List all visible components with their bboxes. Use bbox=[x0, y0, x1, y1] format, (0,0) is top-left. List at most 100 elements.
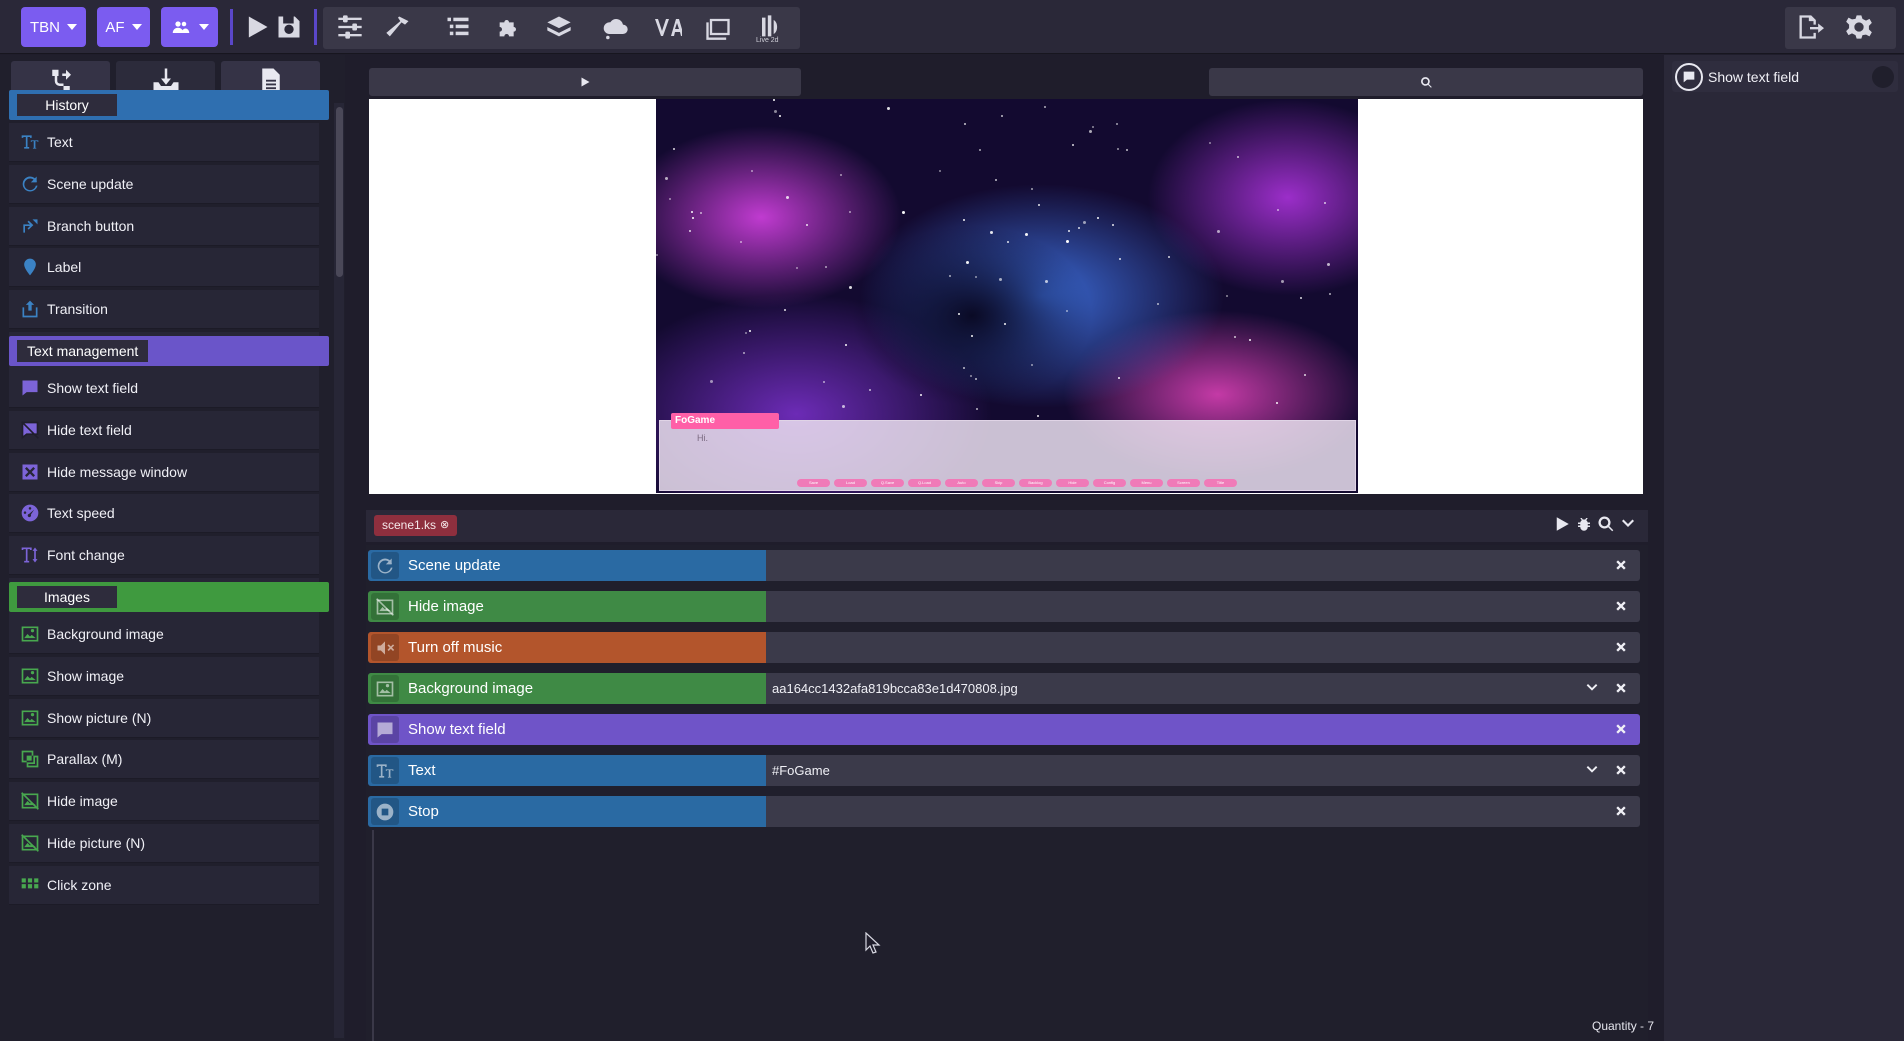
project-dropdown[interactable]: TBN bbox=[21, 7, 86, 47]
close-circle-icon[interactable]: ⊗ bbox=[440, 515, 449, 536]
jump-icon bbox=[18, 298, 42, 320]
cloud-button[interactable] bbox=[599, 10, 633, 44]
script-row-label: Turn off music bbox=[408, 639, 503, 656]
component-item[interactable]: Hide text field bbox=[9, 410, 319, 450]
chevron-down-icon[interactable] bbox=[1584, 762, 1600, 778]
component-item-label: Text bbox=[47, 134, 73, 150]
component-item[interactable]: Parallax (M) bbox=[9, 740, 319, 780]
font-size-icon bbox=[18, 544, 42, 566]
message-menu-button: Save bbox=[797, 479, 830, 487]
file-tab[interactable]: scene1.ks ⊗ bbox=[374, 515, 458, 536]
language-dropdown-label: AF bbox=[105, 18, 125, 36]
message-menu-button: Screen bbox=[1167, 479, 1200, 487]
component-item[interactable]: Branch button bbox=[9, 206, 319, 246]
delete-row-icon[interactable] bbox=[1613, 598, 1629, 614]
image-off-icon bbox=[18, 790, 42, 812]
list-button[interactable] bbox=[441, 10, 475, 44]
kerning-button[interactable] bbox=[649, 10, 687, 44]
component-item[interactable]: Hide image bbox=[9, 782, 319, 822]
file-tab-bar bbox=[366, 510, 1648, 542]
preview-search-bar[interactable] bbox=[1209, 68, 1643, 96]
delete-row-icon[interactable] bbox=[1613, 557, 1629, 573]
component-toggle[interactable] bbox=[1872, 66, 1894, 88]
background-icon bbox=[371, 675, 399, 702]
chevron-down-icon[interactable] bbox=[1584, 680, 1600, 696]
component-item[interactable]: Click zone bbox=[9, 865, 319, 905]
script-row[interactable]: Hide image bbox=[368, 591, 1640, 622]
team-dropdown[interactable] bbox=[161, 7, 218, 47]
save-button[interactable] bbox=[272, 10, 306, 44]
script-row-name-block[interactable]: Text bbox=[368, 755, 766, 786]
gallery-button[interactable] bbox=[701, 10, 735, 44]
script-row[interactable]: Stop bbox=[368, 796, 1640, 827]
delete-row-icon[interactable] bbox=[1613, 639, 1629, 655]
category-header-text-management[interactable]: Text management bbox=[9, 336, 329, 366]
script-row-param[interactable]: aa164cc1432afa819bcca83e1d470808.jpg bbox=[772, 681, 1018, 696]
message-text: Hi. bbox=[697, 433, 708, 443]
component-item[interactable]: Transition bbox=[9, 290, 319, 330]
component-item[interactable]: Show image bbox=[9, 656, 319, 696]
script-row-label: Text bbox=[408, 762, 436, 779]
delete-row-icon[interactable] bbox=[1613, 762, 1629, 778]
delete-row-icon[interactable] bbox=[1613, 680, 1629, 696]
script-row[interactable]: Turn off music bbox=[368, 632, 1640, 663]
script-row-name-block[interactable]: Stop bbox=[368, 796, 766, 827]
selected-component[interactable]: Show text field bbox=[1672, 61, 1898, 92]
script-row-name-block[interactable]: Hide image bbox=[368, 591, 766, 622]
star-decoration bbox=[971, 335, 973, 337]
script-row[interactable]: Text #FoGame bbox=[368, 755, 1640, 786]
component-item[interactable]: Text bbox=[9, 123, 319, 162]
delete-row-icon[interactable] bbox=[1613, 721, 1629, 737]
play-button[interactable] bbox=[240, 10, 274, 44]
script-row[interactable]: Background image aa164cc1432afa819bcca83e… bbox=[368, 673, 1640, 704]
component-item[interactable]: Hide picture (N) bbox=[9, 824, 319, 863]
star-decoration bbox=[1117, 148, 1119, 150]
component-item[interactable]: Show picture (N) bbox=[9, 698, 319, 738]
star-decoration bbox=[825, 266, 827, 268]
component-item-label: Branch button bbox=[47, 217, 135, 234]
plugins-button[interactable] bbox=[492, 10, 526, 44]
layers-button[interactable] bbox=[542, 10, 576, 44]
star-decoration bbox=[774, 110, 777, 113]
preview-play-bar[interactable] bbox=[369, 68, 801, 96]
sliders-button[interactable] bbox=[333, 10, 367, 44]
component-item[interactable]: Text speed bbox=[9, 494, 319, 534]
script-row-label: Scene update bbox=[408, 557, 501, 574]
star-decoration bbox=[1327, 263, 1330, 266]
message-icon bbox=[18, 377, 42, 399]
script-row-name-block[interactable]: Turn off music bbox=[368, 632, 766, 663]
script-row-param[interactable]: #FoGame bbox=[772, 763, 830, 778]
settings-button[interactable] bbox=[1842, 10, 1876, 44]
component-item-label: Click zone bbox=[47, 876, 112, 893]
component-item[interactable]: Font change bbox=[9, 536, 319, 576]
background-icon bbox=[18, 623, 42, 645]
message-menu-buttons: Save Load Q.Save Q.Load Auto Skip Backlog Hide C… bbox=[797, 479, 1237, 487]
chevron-down-icon[interactable] bbox=[1619, 515, 1637, 533]
star-decoration bbox=[806, 224, 808, 226]
star-decoration bbox=[1300, 297, 1302, 299]
debug-icon[interactable] bbox=[1575, 515, 1593, 533]
panel-scrollbar-thumb[interactable] bbox=[336, 107, 343, 277]
component-item[interactable]: Show text field bbox=[9, 369, 319, 408]
script-row-name-block[interactable]: Background image bbox=[368, 673, 766, 704]
star-decoration bbox=[1304, 374, 1306, 376]
component-item[interactable]: Scene update bbox=[9, 164, 319, 204]
component-item-label: Parallax (M) bbox=[47, 751, 123, 768]
category-header-history[interactable]: History bbox=[9, 90, 329, 120]
script-row[interactable]: Scene update bbox=[368, 550, 1640, 581]
caret-down-icon bbox=[131, 24, 142, 30]
export-button[interactable] bbox=[1793, 10, 1827, 44]
build-button[interactable] bbox=[381, 10, 415, 44]
category-header-images[interactable]: Images bbox=[9, 582, 329, 612]
script-row[interactable]: Show text field bbox=[368, 714, 1640, 745]
script-row-name-block[interactable]: Scene update bbox=[368, 550, 766, 581]
save-icon bbox=[278, 16, 300, 38]
search-icon[interactable] bbox=[1597, 515, 1615, 533]
run-icon[interactable] bbox=[1553, 515, 1571, 533]
component-item[interactable]: Hide message window bbox=[9, 452, 319, 492]
component-item[interactable]: Label bbox=[9, 248, 319, 288]
script-row-name-block[interactable]: Show text field bbox=[368, 714, 766, 745]
component-item[interactable]: Background image bbox=[9, 615, 319, 654]
delete-row-icon[interactable] bbox=[1613, 803, 1629, 819]
language-dropdown[interactable]: AF bbox=[97, 7, 150, 47]
